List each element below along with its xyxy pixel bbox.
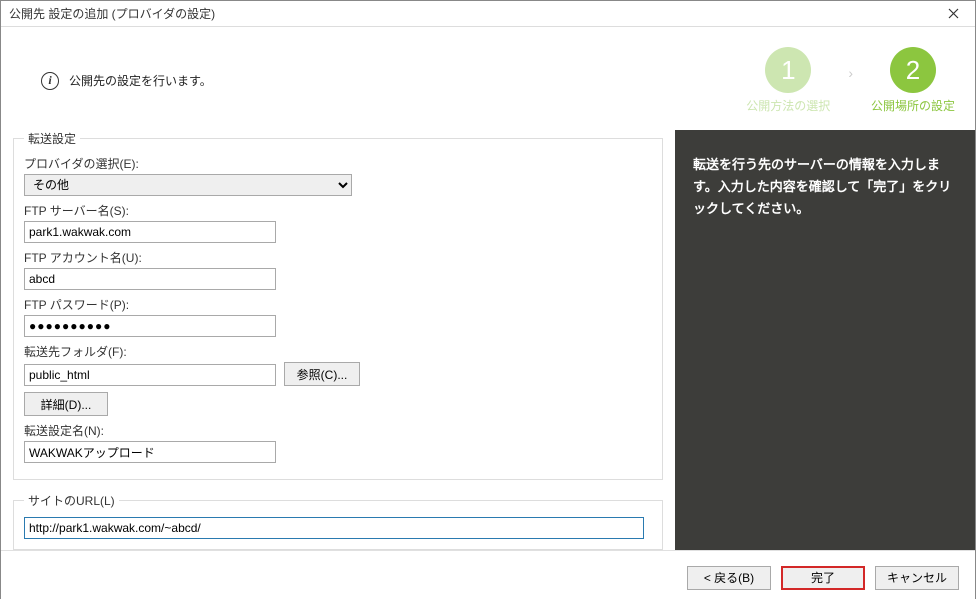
ftp-server-label: FTP サーバー名(S): [24,202,652,219]
dest-folder-inline: 参照(C)... [24,362,652,386]
step-2-label: 公開場所の設定 [871,97,955,114]
ftp-account-label: FTP アカウント名(U): [24,249,652,266]
ftp-account-row: FTP アカウント名(U): [24,249,652,290]
close-button[interactable] [931,1,975,27]
titlebar: 公開先 設定の追加 (プロバイダの設定) [1,1,975,27]
ftp-account-input[interactable] [24,268,276,290]
back-button[interactable]: < 戻る(B) [687,566,771,590]
site-url-legend: サイトのURL(L) [24,492,119,509]
step-2: 2 公開場所の設定 [871,47,955,114]
finish-button[interactable]: 完了 [781,566,865,590]
dest-folder-row: 転送先フォルダ(F): 参照(C)... [24,343,652,386]
step-1: 1 公開方法の選択 [746,47,830,114]
detail-button[interactable]: 詳細(D)... [24,392,108,416]
step-2-circle: 2 [890,47,936,93]
info-icon: i [41,72,59,90]
ftp-password-row: FTP パスワード(P): [24,296,652,337]
close-icon [948,8,959,19]
wizard-steps: 1 公開方法の選択 › 2 公開場所の設定 [746,47,965,114]
ftp-server-input[interactable] [24,221,276,243]
provider-label: プロバイダの選択(E): [24,155,652,172]
step-separator: › [848,65,853,97]
transfer-settings-group: 転送設定 プロバイダの選択(E): その他 FTP サーバー名(S): FTP … [13,130,663,480]
setting-name-row: 転送設定名(N): [24,422,652,463]
ftp-password-input[interactable] [24,315,276,337]
setting-name-input[interactable] [24,441,276,463]
form-panel: 転送設定 プロバイダの選択(E): その他 FTP サーバー名(S): FTP … [1,130,675,550]
step-1-circle: 1 [765,47,811,93]
header-left: i 公開先の設定を行います。 [41,72,212,90]
site-url-input[interactable] [24,517,644,539]
ftp-server-row: FTP サーバー名(S): [24,202,652,243]
help-panel: 転送を行う先のサーバーの情報を入力します。入力した内容を確認して「完了」をクリッ… [675,130,975,550]
setting-name-label: 転送設定名(N): [24,422,652,439]
transfer-legend: 転送設定 [24,130,80,147]
help-text: 転送を行う先のサーバーの情報を入力します。入力した内容を確認して「完了」をクリッ… [693,154,957,220]
window-title: 公開先 設定の追加 (プロバイダの設定) [9,5,215,22]
provider-row: プロバイダの選択(E): その他 [24,155,652,196]
detail-row: 詳細(D)... [24,392,652,416]
main: 転送設定 プロバイダの選択(E): その他 FTP サーバー名(S): FTP … [1,130,975,550]
browse-button[interactable]: 参照(C)... [284,362,360,386]
dest-folder-label: 転送先フォルダ(F): [24,343,652,360]
provider-select[interactable]: その他 [24,174,352,196]
header: i 公開先の設定を行います。 1 公開方法の選択 › 2 公開場所の設定 [1,27,975,130]
site-url-group: サイトのURL(L) [13,492,663,550]
step-1-label: 公開方法の選択 [746,97,830,114]
cancel-button[interactable]: キャンセル [875,566,959,590]
ftp-password-label: FTP パスワード(P): [24,296,652,313]
footer: < 戻る(B) 完了 キャンセル [1,550,975,604]
header-text: 公開先の設定を行います。 [69,72,212,89]
dest-folder-input[interactable] [24,364,276,386]
